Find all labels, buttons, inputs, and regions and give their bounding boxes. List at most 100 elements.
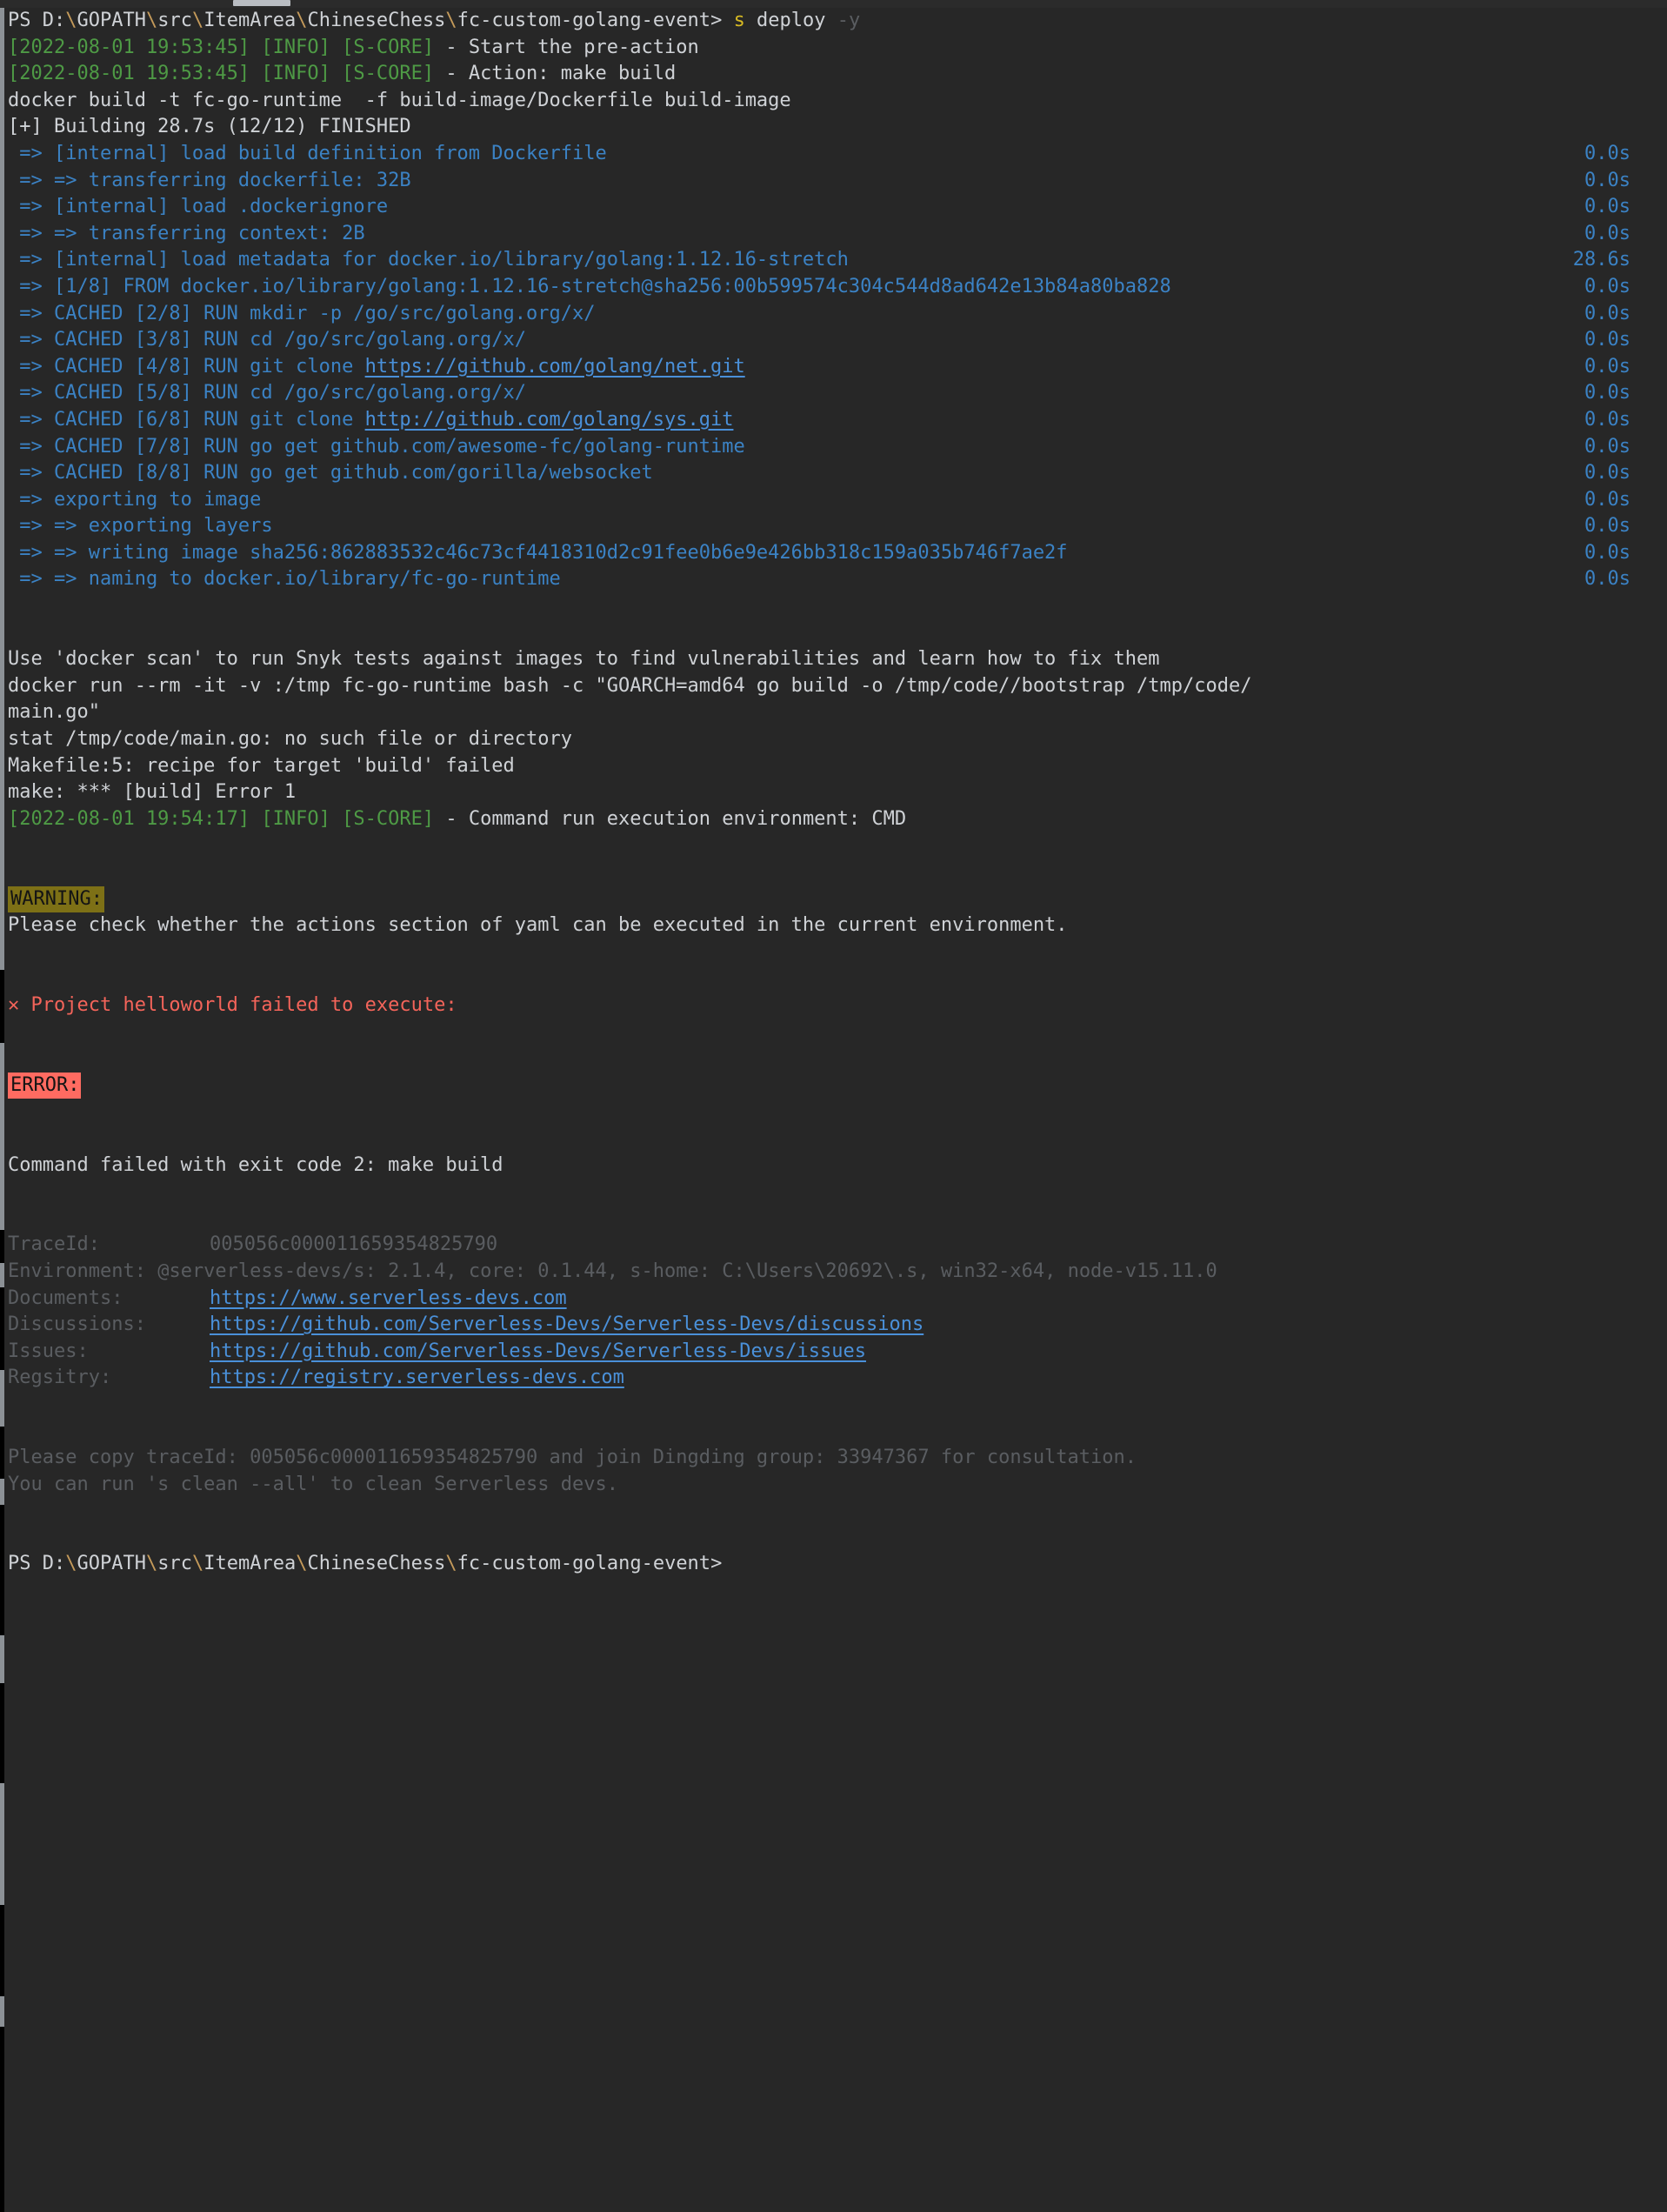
- build-step-duration: 0.0s: [1584, 196, 1630, 218]
- log-level: [INFO]: [261, 63, 343, 85]
- score-log-line: [2022-08-01 19:53:45] [INFO] [S-CORE] - …: [4, 61, 1667, 88]
- warning-message-line: Please check whether the actions section…: [4, 912, 1667, 939]
- footer-row-spacer: [146, 1260, 157, 1282]
- build-step-line: => CACHED [7/8] RUN go get github.com/aw…: [4, 434, 1667, 461]
- build-step-text: => [internal] load build definition from…: [8, 142, 607, 164]
- snyk-hint-line-text: Use 'docker scan' to run Snyk tests agai…: [8, 648, 1160, 671]
- log-source: [S-CORE]: [342, 63, 435, 85]
- score-log-line-final: [2022-08-01 19:54:17] [INFO] [S-CORE] - …: [4, 806, 1667, 833]
- build-step-line: => CACHED [3/8] RUN cd /go/src/golang.or…: [4, 327, 1667, 354]
- prompt-path-part: GOPATH: [77, 10, 146, 31]
- error-message: Command failed with exit code 2: make bu…: [8, 1153, 503, 1176]
- build-step-text: => [internal] load .dockerignore: [8, 196, 389, 218]
- prompt-path-part: ItemArea: [203, 1553, 297, 1575]
- build-step-duration: 0.0s: [1584, 382, 1630, 404]
- build-step-line: => => transferring dockerfile: 32B 0.0s: [4, 168, 1667, 195]
- build-step-duration: 28.6s: [1572, 249, 1630, 271]
- build-step-text: => CACHED [7/8] RUN go get github.com/aw…: [8, 435, 745, 458]
- build-step-text: => => writing image sha256:862883532c46c…: [8, 541, 1068, 564]
- footer-row-label: Environment:: [8, 1260, 146, 1282]
- footer-row: Environment: @serverless-devs/s: 2.1.4, …: [4, 1259, 1667, 1286]
- build-step-text: => [1/8] FROM docker.io/library/golang:1…: [8, 275, 1171, 297]
- stat-error-line-text: stat /tmp/code/main.go: no such file or …: [8, 728, 573, 751]
- build-step-line: => CACHED [2/8] RUN mkdir -p /go/src/gol…: [4, 301, 1667, 328]
- prompt-line-bottom: PS D:\GOPATH\src\ItemArea\ChineseChess\f…: [4, 1551, 1667, 1578]
- build-step-text: => CACHED [3/8] RUN cd /go/src/golang.or…: [8, 329, 527, 351]
- build-step-link[interactable]: http://github.com/golang/sys.git: [365, 409, 734, 431]
- error-badge: ERROR:: [8, 1072, 82, 1099]
- clean-hint-text: You can run 's clean --all' to clean Ser…: [8, 1473, 618, 1495]
- build-step-line: => [1/8] FROM docker.io/library/golang:1…: [4, 274, 1667, 301]
- build-step-text: => => transferring context: 2B: [8, 222, 365, 244]
- log-source: [S-CORE]: [342, 807, 435, 830]
- prompt-ps: PS: [8, 1553, 43, 1575]
- log-message: - Start the pre-action: [434, 36, 699, 58]
- console-output[interactable]: PS D:\GOPATH\src\ItemArea\ChineseChess\f…: [4, 8, 1667, 2212]
- clean-hint-line: You can run 's clean --all' to clean Ser…: [4, 1472, 1667, 1499]
- build-step-duration: 0.0s: [1584, 515, 1630, 538]
- build-step-duration: 0.0s: [1584, 568, 1630, 591]
- make-error-line-text: make: *** [build] Error 1: [8, 781, 297, 804]
- project-failure-line: ✕ Project helloworld failed to execute:: [4, 992, 1667, 1019]
- build-step-line: => exporting to image 0.0s: [4, 487, 1667, 514]
- footer-row-link[interactable]: https://registry.serverless-devs.com: [210, 1367, 624, 1388]
- path-separator-icon: \: [445, 1553, 457, 1575]
- trace-hint-line: Please copy traceId: 005056c000011659354…: [4, 1445, 1667, 1472]
- build-step-text: => => exporting layers: [8, 515, 273, 538]
- path-separator-icon: \: [445, 10, 457, 31]
- footer-row-label: Discussions:: [8, 1313, 146, 1336]
- horizontal-scrollbar-thumb[interactable]: [233, 0, 290, 6]
- prompt-path-part: ChineseChess: [307, 10, 446, 31]
- build-step-link[interactable]: https://github.com/golang/net.git: [365, 356, 745, 378]
- build-step-line: => => writing image sha256:862883532c46c…: [4, 540, 1667, 567]
- docker-run-command-line-1: docker run --rm -it -v :/tmp fc-go-runti…: [4, 673, 1667, 700]
- build-step-duration: 0.0s: [1584, 169, 1630, 191]
- build-step-text: => => transferring dockerfile: 32B: [8, 169, 411, 191]
- log-timestamp: [2022-08-01 19:54:17]: [8, 807, 262, 830]
- log-message: - Action: make build: [434, 63, 677, 85]
- prompt-path-part: GOPATH: [77, 1553, 146, 1575]
- path-separator-icon: \: [65, 1553, 77, 1575]
- prompt-path-part: fc-custom-golang-event: [457, 1553, 711, 1575]
- footer-row: Regsitry: https://registry.serverless-dev…: [4, 1365, 1667, 1392]
- path-separator-icon: \: [145, 1553, 158, 1575]
- log-message: - Command run execution environment: CMD: [434, 807, 907, 830]
- prompt-ps: PS: [8, 10, 43, 31]
- docker-run-command-line-2-text: main.go": [8, 701, 100, 724]
- build-step-duration: 0.0s: [1584, 462, 1630, 485]
- footer-row-link[interactable]: https://github.com/Serverless-Devs/Serve…: [210, 1340, 866, 1362]
- path-separator-icon: \: [296, 1553, 308, 1575]
- failure-cross-icon: ✕: [8, 993, 20, 1016]
- horizontal-scrollbar-track[interactable]: [0, 0, 1667, 8]
- prompt-caret: >: [710, 1553, 723, 1575]
- footer-row-link[interactable]: https://github.com/Serverless-Devs/Serve…: [210, 1313, 924, 1335]
- build-step-text: => CACHED [4/8] RUN git clone: [8, 355, 365, 378]
- path-separator-icon: \: [65, 10, 77, 31]
- docker-run-command-line-1-text: docker run --rm -it -v :/tmp fc-go-runti…: [8, 674, 1252, 697]
- score-log-line: [2022-08-01 19:53:45] [INFO] [S-CORE] - …: [4, 35, 1667, 62]
- log-level: [INFO]: [261, 36, 343, 58]
- footer-row-label: TraceId:: [8, 1233, 100, 1256]
- build-step-line: => CACHED [5/8] RUN cd /go/src/golang.or…: [4, 380, 1667, 407]
- build-step-line: => => naming to docker.io/library/fc-go-…: [4, 566, 1667, 593]
- footer-row-link[interactable]: https://www.serverless-devs.com: [210, 1287, 567, 1309]
- build-header-text: [+] Building 28.7s (12/12) FINISHED: [8, 116, 411, 138]
- failure-message: Project helloworld failed to execute:: [19, 993, 457, 1016]
- command-args: deploy: [744, 10, 837, 31]
- log-source: [S-CORE]: [342, 36, 435, 58]
- prompt-path-part: src: [157, 10, 192, 31]
- warning-message: Please check whether the actions section…: [8, 914, 1068, 937]
